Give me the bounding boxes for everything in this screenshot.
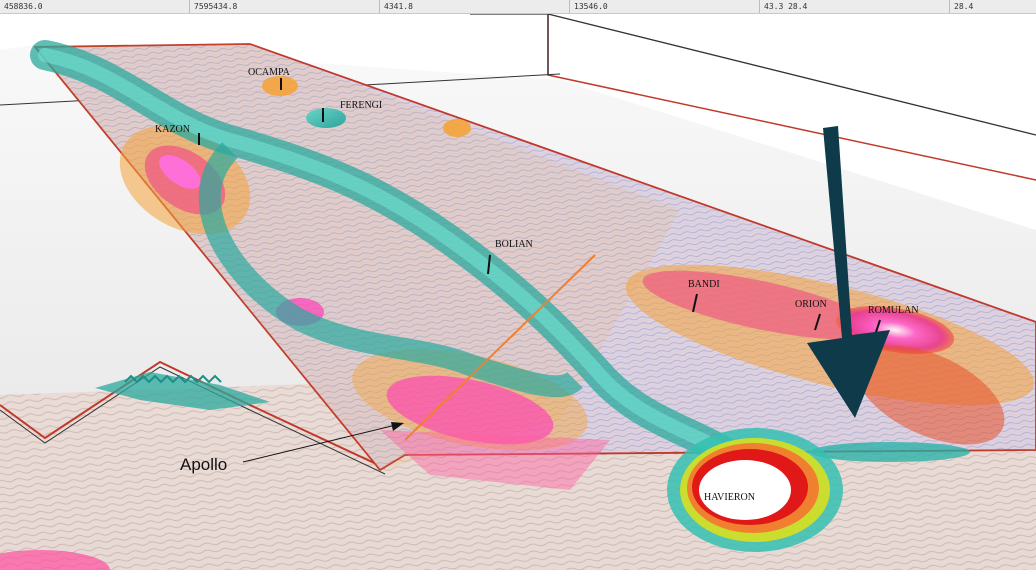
status-field-angles: 43.3 28.4 xyxy=(760,0,950,13)
target-label-kazon: KAZON xyxy=(155,124,190,135)
3d-scene[interactable]: OCAMPA FERENGI KAZON BOLIAN BANDI ORION … xyxy=(0,13,1036,575)
apollo-callout-label: Apollo xyxy=(180,455,227,474)
havieron-ring xyxy=(667,428,843,552)
status-field-elevation: 4341.8 xyxy=(380,0,570,13)
target-label-ferengi: FERENGI xyxy=(340,100,382,111)
status-field-northing: 7595434.8 xyxy=(190,0,380,13)
coordinate-status-bar: 458836.0 7595434.8 4341.8 13546.0 43.3 2… xyxy=(0,0,1036,14)
target-label-bolian: BOLIAN xyxy=(495,239,533,250)
status-field-azimuth: 28.4 xyxy=(954,2,974,11)
target-label-ocampa: OCAMPA xyxy=(248,67,291,78)
target-label-romulan: ROMULAN xyxy=(868,305,919,316)
target-label-orion: ORION xyxy=(795,299,827,310)
status-field-easting: 458836.0 xyxy=(0,0,190,13)
status-field-distance: 13546.0 xyxy=(570,0,760,13)
target-label-havieron: HAVIERON xyxy=(704,492,755,503)
target-label-bandi: BANDI xyxy=(688,279,720,290)
3d-viewport[interactable]: OCAMPA FERENGI KAZON BOLIAN BANDI ORION … xyxy=(0,13,1036,575)
